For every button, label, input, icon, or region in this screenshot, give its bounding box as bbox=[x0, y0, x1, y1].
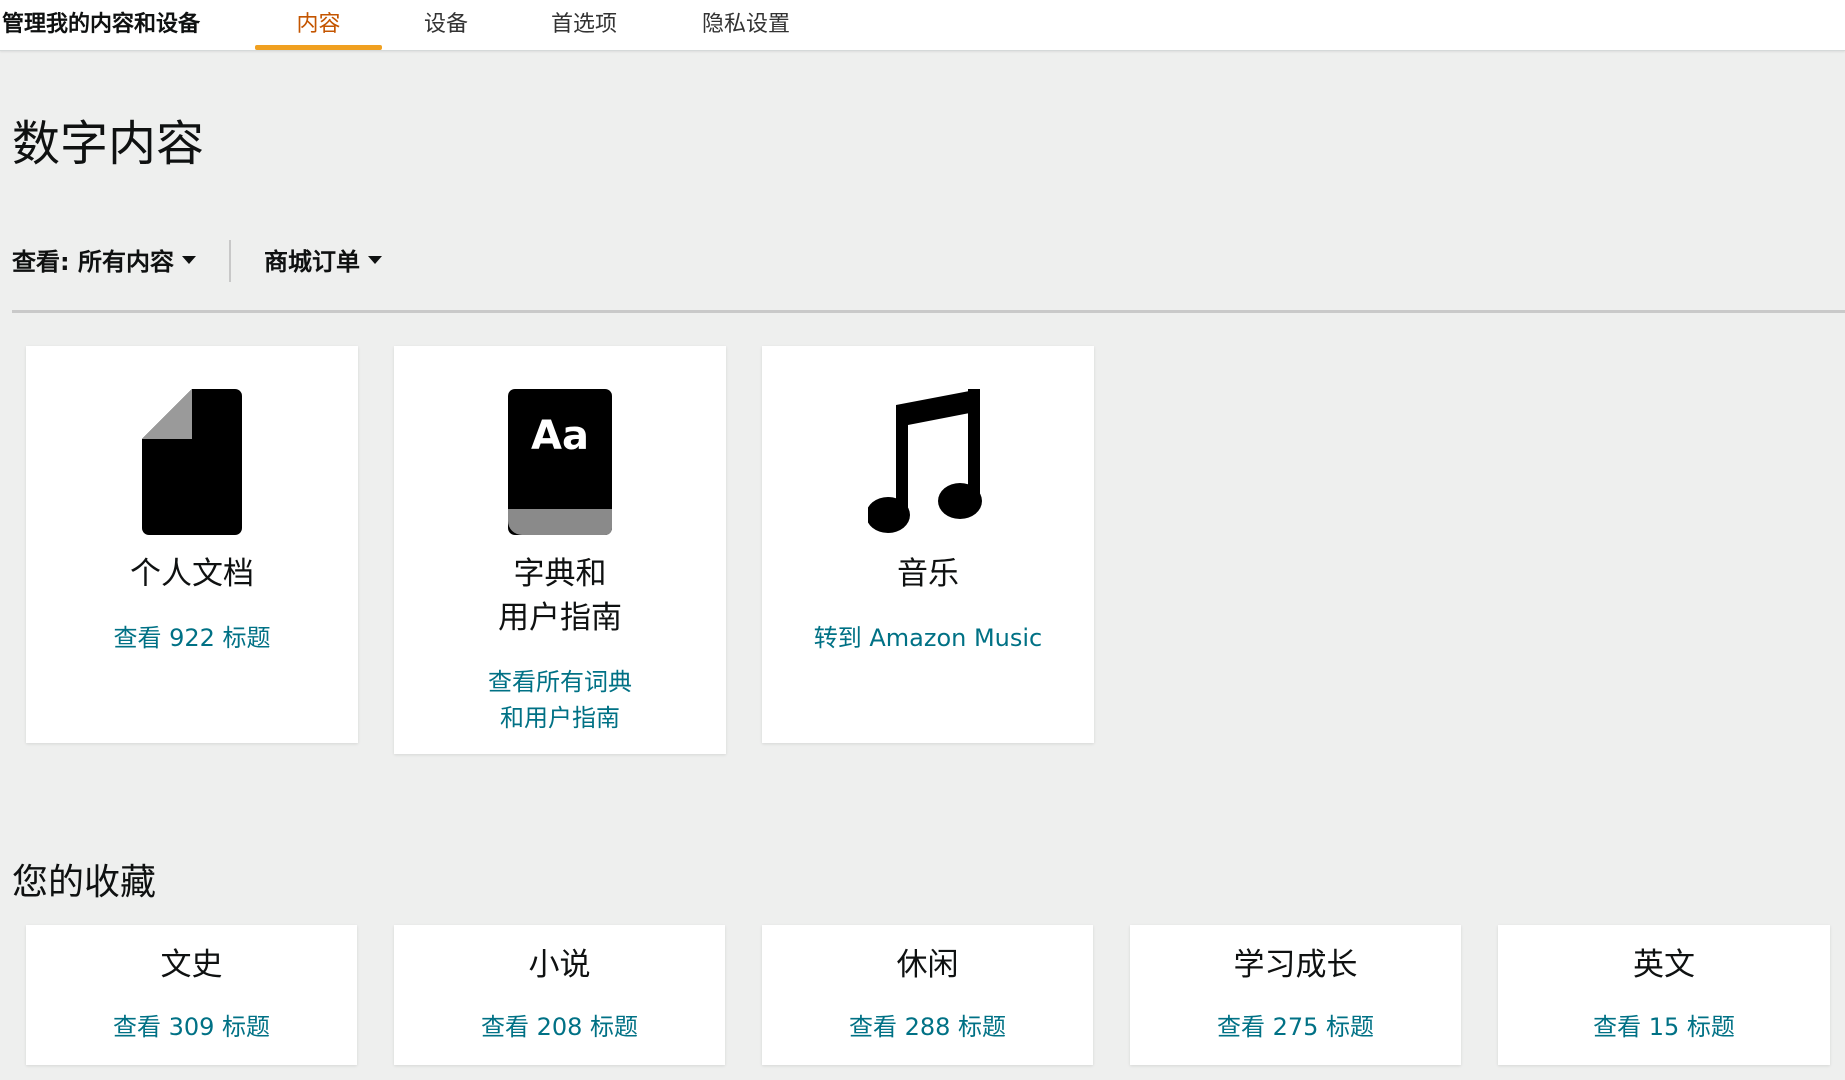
filter-divider bbox=[229, 240, 231, 282]
dictionary-icon-text: Aa bbox=[531, 413, 589, 459]
active-tab-indicator bbox=[255, 45, 382, 50]
top-nav: 管理我的内容和设备 内容 设备 首选项 隐私设置 bbox=[0, 0, 1845, 51]
collection-card[interactable]: 小说 查看 208 标题 bbox=[394, 925, 725, 1065]
collections-title: 您的收藏 bbox=[12, 862, 157, 903]
dictionary-icon: Aa bbox=[394, 389, 726, 535]
amazon-music-link[interactable]: 转到 Amazon Music bbox=[762, 620, 1094, 656]
view-titles-link[interactable]: 查看 15 标题 bbox=[1498, 1009, 1830, 1045]
view-titles-link[interactable]: 查看 309 标题 bbox=[26, 1009, 357, 1045]
card-personal-documents[interactable]: 个人文档 查看 922 标题 bbox=[26, 346, 358, 743]
card-title-line2: 用户指南 bbox=[498, 600, 622, 636]
tab-label: 隐私设置 bbox=[702, 12, 791, 37]
app-title: 管理我的内容和设备 bbox=[2, 12, 201, 37]
caret-down-icon bbox=[181, 256, 196, 264]
orders-filter-label: 商城订单 bbox=[264, 248, 360, 276]
view-dictionaries-link-line1[interactable]: 查看所有词典 bbox=[394, 664, 726, 700]
collection-card[interactable]: 文史 查看 309 标题 bbox=[26, 925, 357, 1065]
orders-filter-dropdown[interactable]: 商城订单 bbox=[264, 242, 382, 277]
collection-title: 文史 bbox=[160, 947, 223, 983]
view-filter-dropdown[interactable]: 查看: 所有内容 bbox=[12, 242, 196, 277]
view-titles-link[interactable]: 查看 275 标题 bbox=[1130, 1009, 1461, 1045]
view-dictionaries-link-line2[interactable]: 和用户指南 bbox=[394, 700, 726, 736]
view-titles-link[interactable]: 查看 288 标题 bbox=[762, 1009, 1093, 1045]
tab-content[interactable]: 内容 bbox=[255, 6, 382, 50]
tab-label: 内容 bbox=[296, 12, 341, 37]
document-icon bbox=[26, 389, 358, 535]
view-titles-link[interactable]: 查看 922 标题 bbox=[26, 620, 358, 656]
tab-preferences[interactable]: 首选项 bbox=[551, 6, 617, 50]
card-title-line1: 字典和 bbox=[513, 556, 607, 592]
section-divider bbox=[12, 310, 1845, 313]
collection-title: 学习成长 bbox=[1233, 947, 1358, 983]
card-title: 音乐 bbox=[897, 556, 959, 592]
tab-label: 首选项 bbox=[551, 12, 618, 37]
music-note-icon bbox=[762, 389, 1094, 535]
collection-title: 休闲 bbox=[896, 947, 959, 983]
tab-label: 设备 bbox=[424, 12, 469, 37]
collection-title: 小说 bbox=[528, 947, 591, 983]
view-titles-link[interactable]: 查看 208 标题 bbox=[394, 1009, 725, 1045]
collection-card[interactable]: 英文 查看 15 标题 bbox=[1498, 925, 1830, 1065]
tab-privacy-settings[interactable]: 隐私设置 bbox=[702, 6, 790, 50]
card-title: 个人文档 bbox=[130, 556, 254, 592]
collection-card[interactable]: 休闲 查看 288 标题 bbox=[762, 925, 1093, 1065]
card-music[interactable]: 音乐 转到 Amazon Music bbox=[762, 346, 1094, 743]
view-filter-label: 查看: 所有内容 bbox=[12, 248, 174, 276]
collection-title: 英文 bbox=[1633, 947, 1695, 983]
caret-down-icon bbox=[368, 256, 382, 264]
page-title: 数字内容 bbox=[12, 116, 205, 172]
tab-devices[interactable]: 设备 bbox=[424, 6, 468, 50]
card-dictionaries-guides[interactable]: Aa 字典和 用户指南 查看所有词典 和用户指南 bbox=[394, 346, 726, 754]
collection-card[interactable]: 学习成长 查看 275 标题 bbox=[1130, 925, 1461, 1065]
